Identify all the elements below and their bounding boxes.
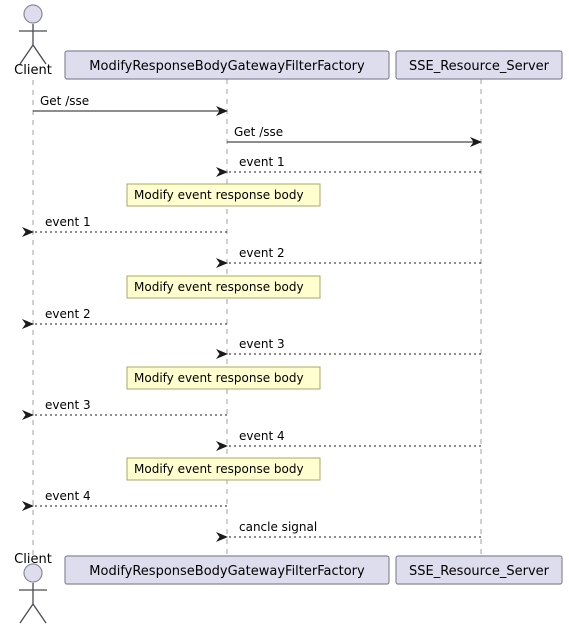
actor-body-icon <box>19 583 47 624</box>
message-11[interactable]: cancle signal <box>216 520 481 542</box>
message-5[interactable]: event 2 <box>216 246 481 268</box>
actor-client-top[interactable]: Client <box>14 4 52 78</box>
message-label: cancle signal <box>239 520 317 534</box>
lifelines-group <box>32 79 482 556</box>
message-label: event 3 <box>45 398 91 412</box>
notes-group: Modify event response body Modify event r… <box>126 183 321 481</box>
note-3[interactable]: Modify event response body <box>126 366 321 390</box>
actor-head-icon <box>23 4 43 24</box>
note-1[interactable]: Modify event response body <box>126 183 321 207</box>
message-label: event 1 <box>239 155 285 169</box>
note-label: Modify event response body <box>134 188 304 202</box>
participant-label-server: SSE_Resource_Server <box>409 564 550 579</box>
participant-filter-bottom[interactable]: ModifyResponseBodyGatewayFilterFactory <box>64 555 390 585</box>
note-label: Modify event response body <box>134 462 304 476</box>
message-4[interactable]: event 1 <box>22 215 227 237</box>
message-label: event 2 <box>45 307 91 321</box>
message-9[interactable]: event 4 <box>216 429 481 451</box>
sequence-diagram-canvas: Client Client ModifyResponseBodyGatewayFil… <box>0 0 569 634</box>
message-8[interactable]: event 3 <box>22 398 227 420</box>
participant-label-filter: ModifyResponseBodyGatewayFilterFactory <box>89 564 365 579</box>
message-7[interactable]: event 3 <box>216 337 481 359</box>
message-label: event 3 <box>239 337 285 351</box>
note-2[interactable]: Modify event response body <box>126 275 321 299</box>
message-3[interactable]: event 1 <box>216 155 481 177</box>
message-label: Get /sse <box>40 94 89 108</box>
participant-label-server: SSE_Resource_Server <box>409 59 550 74</box>
actor-client-bottom[interactable]: Client <box>14 552 52 624</box>
note-label: Modify event response body <box>134 280 304 294</box>
sequence-diagram-svg: Client Client ModifyResponseBodyGatewayFil… <box>14 4 563 624</box>
message-6[interactable]: event 2 <box>22 307 227 329</box>
actor-body-icon <box>19 24 47 65</box>
message-1[interactable]: Get /sse <box>33 94 228 116</box>
message-label: event 4 <box>239 429 285 443</box>
participant-server-bottom[interactable]: SSE_Resource_Server <box>395 555 563 585</box>
participant-filter-top[interactable]: ModifyResponseBodyGatewayFilterFactory <box>64 50 390 80</box>
message-2[interactable]: Get /sse <box>227 125 482 147</box>
message-label: event 2 <box>239 246 285 260</box>
note-label: Modify event response body <box>134 371 304 385</box>
participant-server-top[interactable]: SSE_Resource_Server <box>395 50 563 80</box>
actor-label-client: Client <box>14 63 52 78</box>
participant-label-filter: ModifyResponseBodyGatewayFilterFactory <box>89 59 365 74</box>
message-label: Get /sse <box>234 125 283 139</box>
message-label: event 1 <box>45 215 91 229</box>
message-10[interactable]: event 4 <box>22 489 227 511</box>
note-4[interactable]: Modify event response body <box>126 457 321 481</box>
actor-label-client: Client <box>14 552 52 567</box>
message-label: event 4 <box>45 489 91 503</box>
